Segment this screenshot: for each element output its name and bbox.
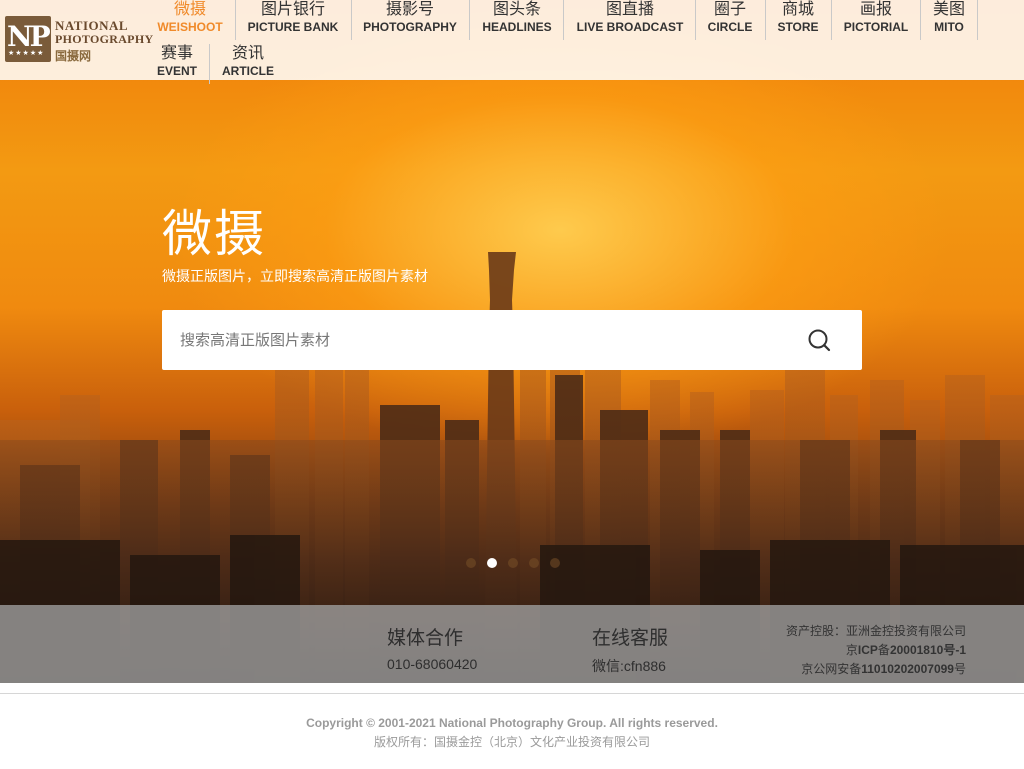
nav-pictorial[interactable]: 画报 PICTORIAL: [843, 0, 909, 34]
nav-label-cn: 美图: [932, 0, 965, 18]
nav-label-cn: 摄影号: [385, 0, 434, 18]
online-service: 在线客服 微信:cfn886: [592, 627, 668, 676]
nav-label-en: PHOTOGRAPHY: [363, 20, 457, 34]
nav-label-cn: 图片银行: [260, 0, 325, 18]
nav-divider: [765, 0, 766, 40]
police-code: 11010202007099: [861, 662, 954, 676]
nav-photography[interactable]: 摄影号 PHOTOGRAPHY: [363, 0, 457, 34]
nav-label-en: PICTURE BANK: [247, 20, 339, 34]
nav-divider: [209, 44, 210, 84]
asset-holding: 资产控股：亚洲金控投资有限公司: [786, 622, 966, 641]
nav-label-en: CIRCLE: [707, 20, 753, 34]
copyright-text: Copyright © 2001-2021 National Photograp…: [306, 716, 718, 730]
icp-code: 20001810: [889, 643, 944, 657]
national-photography-logo[interactable]: NP ★★★★★ NATIONAL PHOTOGRAPHY 国摄网: [5, 16, 153, 64]
nav-label-en: LIVE BROADCAST: [576, 20, 684, 34]
nav-divider: [920, 0, 921, 40]
nav-label-cn: 商城: [781, 0, 814, 18]
holding-label: 资产控股：: [785, 624, 846, 638]
nav-article[interactable]: 资讯 ARTICLE: [221, 43, 275, 79]
search-input[interactable]: [162, 310, 782, 370]
media-cooperation-phone: 010-68060420: [387, 656, 478, 672]
nav-label-cn: 微摄: [173, 0, 206, 18]
nav-label-en: ARTICLE: [222, 64, 274, 78]
legal-info: 资产控股：亚洲金控投资有限公司 京ICP备20001810号-1 京公网安备11…: [786, 622, 966, 679]
icp-prefix: 京: [845, 643, 858, 657]
footer: Copyright © 2001-2021 National Photograp…: [0, 693, 1024, 769]
nav-mito[interactable]: 美图 MITO: [931, 0, 967, 34]
nav-label-en: HEADLINES: [482, 20, 552, 34]
nav-label-en: EVENT: [157, 64, 198, 78]
carousel-dot[interactable]: [529, 558, 539, 568]
carousel-dot[interactable]: [550, 558, 560, 568]
nav-headlines[interactable]: 图头条 HEADLINES: [481, 0, 553, 34]
nav-store[interactable]: 商城 STORE: [777, 0, 819, 34]
hero-title: 微摄: [162, 205, 266, 263]
nav-label-cn: 资讯: [231, 43, 264, 62]
online-service-title: 在线客服: [592, 627, 669, 649]
media-cooperation: 媒体合作 010-68060420: [387, 627, 477, 672]
nav-divider: [235, 0, 236, 40]
nav-live-broadcast[interactable]: 图直播 LIVE BROADCAST: [576, 0, 684, 34]
nav-event[interactable]: 赛事 EVENT: [157, 43, 198, 79]
nav-label-en: STORE: [777, 20, 819, 34]
logo-text-cn: 国摄网: [55, 49, 92, 63]
nav-picture-bank[interactable]: 图片银行 PICTURE BANK: [247, 0, 339, 34]
nav-label-cn: 画报: [859, 0, 892, 18]
nav-circle[interactable]: 圈子 CIRCLE: [707, 0, 753, 34]
nav-label-en: PICTORIAL: [843, 20, 909, 34]
top-navigation-bar: NP ★★★★★ NATIONAL PHOTOGRAPHY 国摄网 微摄 WEI…: [0, 0, 1024, 84]
carousel-dot[interactable]: [508, 558, 518, 568]
logo-stars: ★★★★★: [8, 49, 45, 57]
nav-divider: [831, 0, 832, 40]
nav-divider: [695, 0, 696, 40]
nav-label-en: WEISHOOT: [157, 20, 223, 34]
nav-weishoot[interactable]: 微摄 WEISHOOT: [157, 0, 223, 34]
nav-label-cn: 图直播: [605, 0, 654, 18]
contact-info-strip: 媒体合作 010-68060420 在线客服 微信:cfn886 资产控股：亚洲…: [0, 605, 1024, 683]
police-record[interactable]: 京公网安备11010202007099号: [786, 660, 966, 679]
nav-label-en: MITO: [934, 20, 964, 34]
police-prefix: 京公网安备: [801, 662, 862, 676]
nav-label-cn: 圈子: [713, 0, 746, 18]
nav-divider: [977, 0, 978, 40]
search-icon: [808, 329, 831, 352]
online-service-wechat: 微信:cfn886: [592, 658, 666, 674]
icp-record[interactable]: 京ICP备20001810号-1: [786, 641, 966, 660]
nav-label-cn: 赛事: [160, 43, 193, 62]
carousel-dot-active[interactable]: [487, 558, 497, 568]
nav-divider: [563, 0, 564, 40]
search-box: [162, 310, 862, 370]
police-suffix: 号: [953, 662, 966, 676]
hero-subtitle: 微摄正版图片，立即搜索高清正版图片素材: [162, 269, 428, 285]
media-cooperation-title: 媒体合作: [387, 627, 464, 649]
nav-label-cn: 图头条: [492, 0, 541, 18]
logo-mark: NP ★★★★★: [5, 16, 51, 62]
nav-divider: [351, 0, 352, 40]
icp-mid: 备: [877, 643, 890, 657]
search-button[interactable]: [802, 325, 838, 355]
carousel-dot[interactable]: [466, 558, 476, 568]
nav-divider: [469, 0, 470, 40]
icp-number: ICP: [857, 643, 878, 657]
copyright-owner: 版权所有：国摄金控（北京）文化产业投资有限公司: [373, 735, 650, 749]
logo-text-photography: PHOTOGRAPHY: [55, 32, 154, 46]
holding-company: 亚洲金控投资有限公司: [845, 624, 966, 638]
icp-suffix: 号-1: [943, 643, 966, 657]
